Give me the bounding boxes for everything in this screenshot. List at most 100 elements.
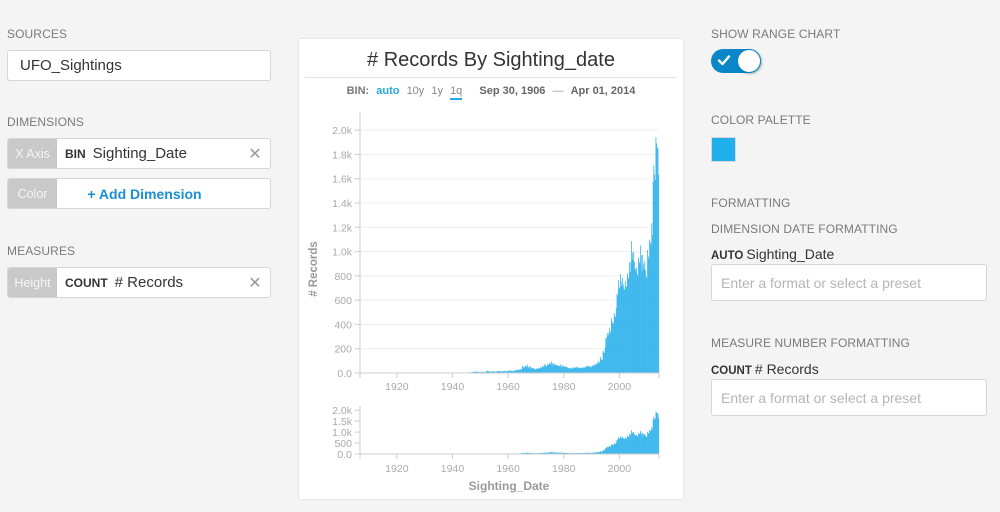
bar (570, 368, 572, 373)
range-x-tick-label: 1960 (496, 463, 520, 475)
bar (624, 281, 626, 373)
range-chart-toggle[interactable] (711, 49, 761, 73)
bar (604, 352, 605, 373)
bar (537, 368, 539, 373)
add-dimension-button[interactable]: + Add Dimension (57, 179, 270, 208)
color-swatch[interactable] (711, 137, 736, 162)
range-bar (617, 437, 619, 454)
close-icon[interactable]: ✕ (240, 268, 270, 297)
bar (624, 289, 626, 373)
range-bar (604, 450, 605, 454)
bar (562, 365, 564, 373)
measure-format-input[interactable] (711, 379, 987, 416)
bar (532, 368, 534, 373)
dimension-pill-color: Color + Add Dimension (7, 178, 271, 209)
bar (529, 366, 531, 373)
bar (520, 369, 522, 373)
range-bar (631, 432, 633, 454)
show-range-chart-label: SHOW RANGE CHART (711, 27, 841, 41)
range-bar (606, 446, 608, 454)
bar (652, 235, 653, 373)
y-tick-label: 600 (334, 295, 352, 307)
bar (593, 364, 595, 373)
range-bar (648, 433, 650, 454)
range-bar (628, 437, 630, 454)
bar (611, 321, 613, 373)
bar (577, 366, 579, 373)
x-tick-label: 1940 (441, 381, 465, 393)
x-tick-label: 1960 (496, 381, 520, 393)
bar (519, 368, 521, 373)
bar (592, 365, 594, 373)
source-select[interactable]: UFO_Sightings (7, 50, 271, 81)
bar (567, 367, 569, 373)
y-tick-label: 1.0k (332, 247, 353, 259)
toggle-knob (737, 49, 761, 73)
range-bar (640, 430, 642, 454)
range-bar (602, 449, 604, 454)
bar (587, 366, 589, 373)
measure-pill-height[interactable]: Height COUNT # Records ✕ (7, 267, 271, 298)
bar (646, 278, 648, 373)
pill-aggregation: BIN (65, 146, 86, 161)
y-tick-label: 1.4k (332, 198, 353, 210)
bar (533, 368, 534, 373)
bar (637, 275, 639, 373)
bar (647, 249, 648, 373)
range-bar (637, 436, 639, 454)
bar (596, 364, 598, 373)
bar (626, 287, 628, 373)
y-tick-label: 400 (334, 319, 352, 331)
x-tick-label: 2000 (608, 381, 632, 393)
range-bars (463, 411, 660, 454)
bar (556, 365, 558, 373)
bar (639, 263, 641, 373)
range-bar (624, 438, 626, 454)
pill-field: # Records (114, 274, 184, 291)
bar (636, 267, 637, 373)
bar (601, 360, 603, 373)
bar (592, 366, 594, 373)
bar (597, 363, 598, 373)
pill-tag: X Axis (8, 139, 57, 168)
bar (541, 367, 543, 373)
bar (551, 362, 553, 373)
bar (563, 366, 564, 373)
color-palette-label: COLOR PALETTE (711, 113, 811, 127)
bar (517, 369, 519, 373)
bar (589, 366, 591, 373)
bar (568, 368, 570, 373)
bar (564, 366, 566, 373)
range-bar (614, 443, 616, 454)
bar (561, 366, 563, 373)
bar (620, 281, 622, 373)
bar (638, 261, 640, 373)
range-bar (640, 432, 642, 454)
bar (640, 255, 642, 373)
dimension-pill-x-axis[interactable]: X Axis BIN Sighting_Date ✕ (7, 138, 271, 169)
range-bar (650, 430, 652, 454)
bar (555, 363, 557, 373)
bar (654, 174, 655, 373)
range-bar (624, 437, 626, 454)
bar (627, 273, 628, 373)
dimension-format-input[interactable] (711, 264, 987, 301)
range-bar (615, 442, 617, 454)
bar (531, 367, 532, 373)
range-bar (626, 438, 628, 454)
bar (526, 366, 527, 373)
bar (581, 368, 582, 373)
bar (629, 262, 630, 373)
range-bar (620, 437, 622, 454)
bar (643, 268, 645, 373)
bar (618, 288, 620, 373)
bar (535, 368, 537, 373)
bar (647, 256, 649, 373)
bar (640, 245, 642, 373)
range-bar (633, 434, 635, 454)
close-icon[interactable]: ✕ (240, 139, 270, 168)
range-bar (653, 416, 655, 454)
bar (591, 365, 593, 373)
bar (638, 257, 639, 373)
bar (572, 368, 574, 373)
